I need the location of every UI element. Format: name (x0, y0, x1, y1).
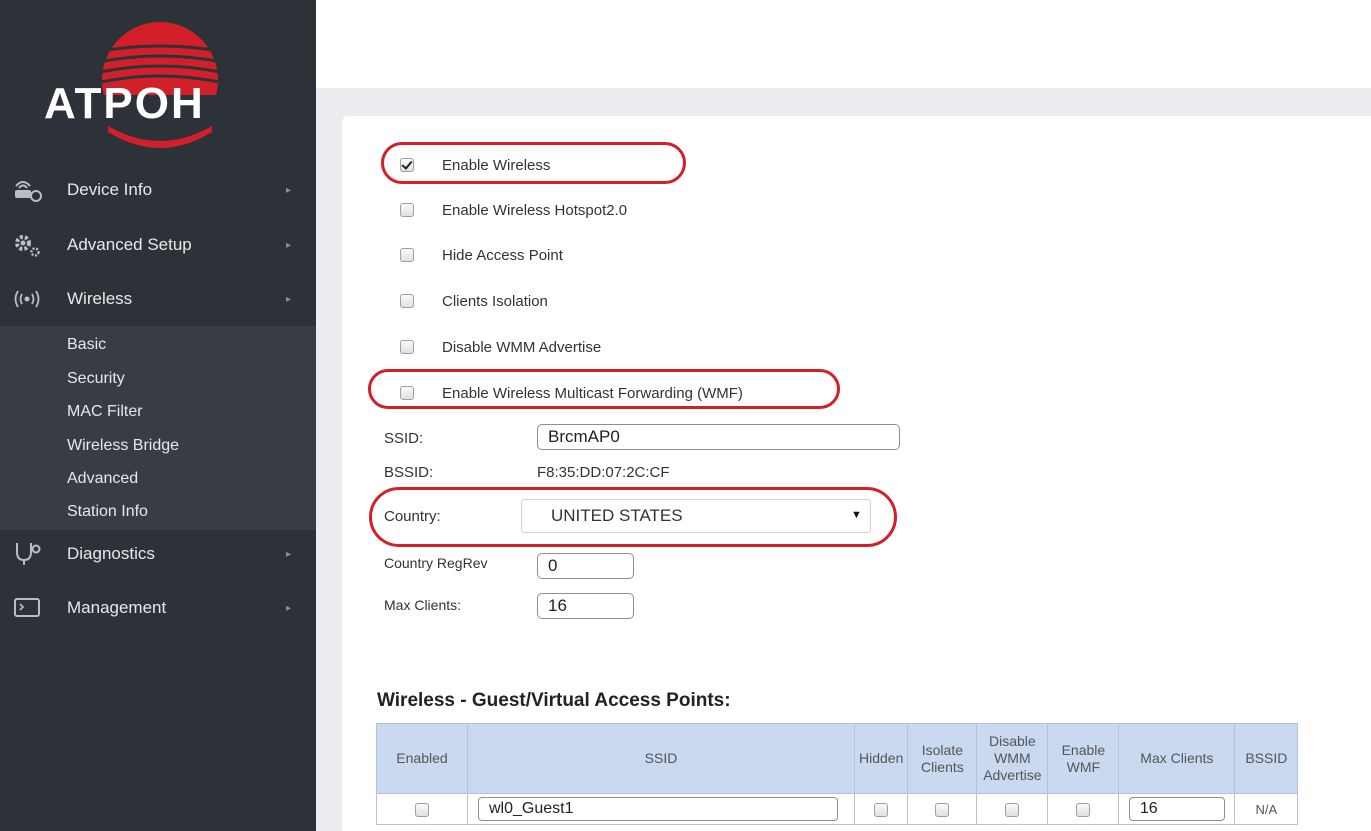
wireless-signal-icon (12, 285, 42, 313)
chevron-right-icon: ▸ (286, 184, 292, 196)
country-select-value: UNITED STATES (551, 506, 683, 525)
submenu-item-basic[interactable]: Basic (67, 336, 106, 354)
brand-logo: ATPOH (0, 0, 316, 162)
enable-wireless-checkbox[interactable] (400, 158, 414, 172)
stethoscope-icon (12, 540, 42, 568)
router-icon (12, 176, 42, 204)
col-header-hidden: Hidden (853, 723, 909, 794)
cell-ssid: wl0_Guest1 (467, 793, 855, 825)
col-header-max-clients: Max Clients (1118, 723, 1236, 794)
guest-disable-wmm-checkbox[interactable] (1005, 803, 1020, 818)
cell-max-clients: 16 (1118, 793, 1236, 825)
cell-hidden (853, 793, 909, 825)
country-label: Country: (384, 508, 441, 525)
sidebar-item-wireless[interactable]: Wireless ▸ (0, 276, 316, 322)
submenu-item-wireless-bridge[interactable]: Wireless Bridge (67, 437, 179, 455)
disable-wmm-label: Disable WMM Advertise (442, 339, 602, 356)
bssid-label: BSSID: (384, 464, 434, 481)
sidebar-item-device-info[interactable]: Device Info ▸ (0, 167, 316, 213)
enable-wmf-label: Enable Wireless Multicast Forwarding (WM… (442, 385, 743, 402)
guest-enable-wmf-checkbox[interactable] (1076, 803, 1091, 818)
cell-disable-wmm (976, 793, 1049, 825)
submenu-item-security[interactable]: Security (67, 370, 125, 388)
col-header-enabled: Enabled (376, 723, 468, 794)
chevron-right-icon: ▸ (286, 602, 292, 614)
col-header-bssid: BSSID (1234, 723, 1299, 794)
guest-ap-table: Enabled SSID Hidden Isolate Clients Disa… (376, 723, 1299, 825)
chevron-right-icon: ▸ (286, 293, 292, 305)
submenu-item-advanced[interactable]: Advanced (67, 470, 138, 488)
sidebar-item-advanced-setup[interactable]: Advanced Setup ▸ (0, 222, 316, 268)
guest-max-clients-input[interactable]: 16 (1128, 797, 1225, 821)
max-clients-input[interactable]: 16 (537, 593, 634, 619)
guest-enabled-checkbox[interactable] (415, 803, 429, 818)
sidebar-item-diagnostics[interactable]: Diagnostics ▸ (0, 531, 316, 577)
chevron-right-icon: ▸ (286, 548, 292, 560)
submenu-item-mac-filter[interactable]: MAC Filter (67, 403, 143, 421)
cell-bssid: N/A (1234, 793, 1299, 825)
col-header-isolate-clients: Isolate Clients (907, 723, 978, 794)
sidebar-item-label: Device Info (67, 180, 153, 199)
ssid-label: SSID: (384, 430, 424, 447)
clients-isolation-label: Clients Isolation (442, 293, 548, 310)
ssid-input[interactable]: BrcmAP0 (537, 424, 900, 450)
cell-enabled (376, 793, 468, 825)
gears-icon (12, 231, 42, 259)
country-select[interactable]: UNITED STATES ▼ (521, 499, 871, 533)
guest-hidden-checkbox[interactable] (874, 803, 889, 818)
cell-enable-wmf (1047, 793, 1120, 825)
guest-isolate-checkbox[interactable] (935, 803, 950, 818)
guest-ssid-input[interactable]: wl0_Guest1 (478, 797, 838, 821)
enable-wmf-checkbox[interactable] (400, 386, 414, 400)
dropdown-arrow-icon: ▼ (851, 509, 862, 521)
col-header-disable-wmm: Disable WMM Advertise (976, 723, 1049, 794)
submenu-item-station-info[interactable]: Station Info (67, 503, 148, 521)
cell-isolate (907, 793, 978, 825)
monitor-icon (12, 594, 42, 622)
col-header-ssid: SSID (467, 723, 855, 794)
sidebar-item-label: Wireless (67, 289, 133, 308)
sidebar: ATPOH Device Info ▸ Advanced Setup ▸ Wir… (0, 0, 316, 831)
enable-wireless-label: Enable Wireless (442, 157, 551, 174)
country-regrev-input[interactable]: 0 (537, 553, 634, 579)
table-header-row: Enabled SSID Hidden Isolate Clients Disa… (376, 723, 1299, 794)
hide-access-point-label: Hide Access Point (442, 247, 563, 264)
max-clients-label: Max Clients: (384, 597, 462, 613)
hide-access-point-checkbox[interactable] (400, 248, 414, 262)
sidebar-item-label: Advanced Setup (67, 235, 192, 254)
table-row: wl0_Guest1 16 N/A (376, 793, 1299, 825)
enable-hotspot-checkbox[interactable] (400, 203, 414, 217)
disable-wmm-checkbox[interactable] (400, 340, 414, 354)
country-regrev-label: Country RegRev (384, 555, 488, 571)
clients-isolation-checkbox[interactable] (400, 294, 414, 308)
bssid-value: F8:35:DD:07:2C:CF (537, 464, 670, 481)
sidebar-item-management[interactable]: Management ▸ (0, 585, 316, 631)
logo-lower-arc (108, 126, 212, 148)
guest-section-title: Wireless - Guest/Virtual Access Points: (377, 690, 731, 711)
wireless-submenu: Basic Security MAC Filter Wireless Bridg… (0, 326, 316, 530)
sidebar-item-label: Diagnostics (67, 544, 155, 563)
enable-hotspot-label: Enable Wireless Hotspot2.0 (442, 202, 628, 219)
chevron-right-icon: ▸ (286, 239, 292, 251)
col-header-enable-wmf: Enable WMF (1047, 723, 1120, 794)
sidebar-item-label: Management (67, 598, 167, 617)
